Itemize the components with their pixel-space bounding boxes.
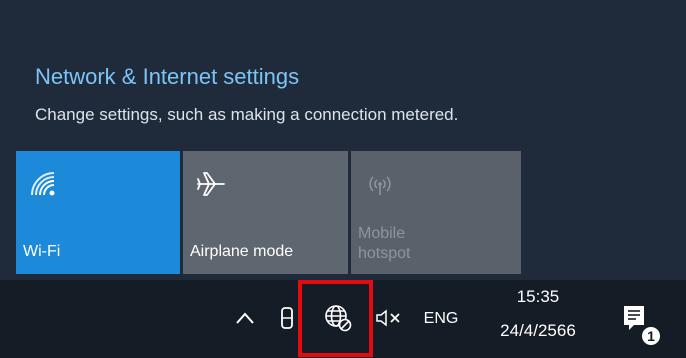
network-tray-button[interactable] [308, 288, 368, 352]
airplane-mode-tile[interactable]: Airplane mode [183, 151, 348, 274]
notification-count-badge: 1 [640, 325, 662, 347]
volume-tray-button[interactable] [372, 300, 406, 340]
wifi-label: Wi-Fi [23, 243, 61, 260]
mobile-hotspot-tile[interactable]: Mobile hotspot [351, 151, 521, 274]
action-center-icon: 1 [618, 301, 662, 347]
mobile-hotspot-label: Mobile hotspot [358, 225, 411, 262]
volume-muted-icon [375, 308, 403, 333]
clock-button[interactable]: 15:35 24/4/2566 [488, 286, 588, 352]
wifi-icon [28, 169, 58, 199]
show-hidden-icons-button[interactable] [228, 300, 262, 340]
pen-icon [278, 305, 296, 336]
pen-workspace-button[interactable] [272, 300, 302, 340]
clock-time: 15:35 [516, 287, 560, 306]
network-flyout: Network & Internet settings Change setti… [0, 0, 686, 280]
airplane-mode-label: Airplane mode [190, 243, 294, 260]
network-settings-link[interactable]: Network & Internet settings [35, 64, 299, 90]
chevron-up-icon [235, 311, 255, 330]
clock-date: 24/4/2566 [500, 321, 576, 340]
network-settings-description: Change settings, such as making a connec… [35, 105, 459, 124]
input-language-button[interactable]: ENG [412, 308, 470, 330]
airplane-icon [195, 169, 225, 199]
wifi-tile[interactable]: Wi-Fi [16, 151, 180, 274]
hotspot-icon [363, 169, 393, 199]
network-globe-icon [324, 304, 352, 337]
action-center-button[interactable]: 1 [612, 298, 662, 347]
taskbar: ENG 15:35 24/4/2566 1 [0, 280, 686, 358]
